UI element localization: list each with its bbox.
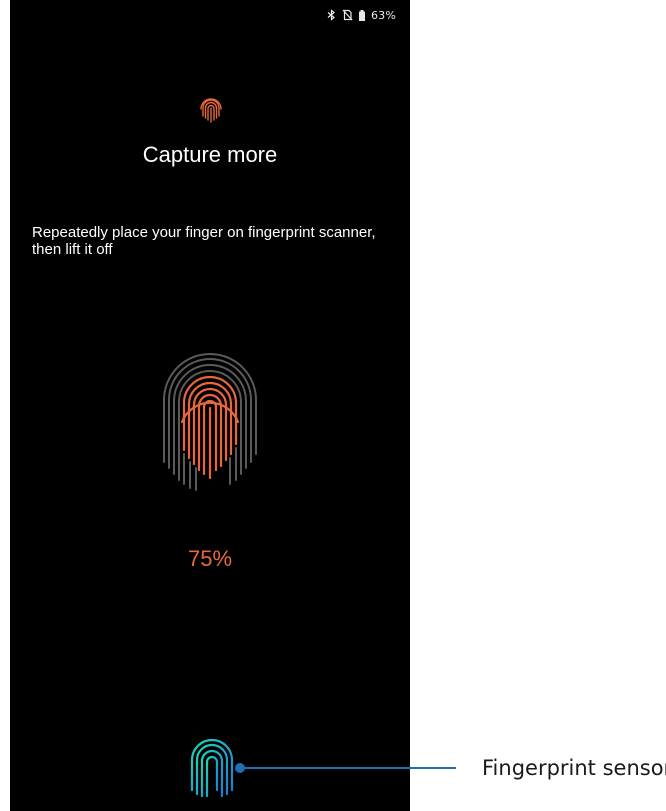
battery-icon: [358, 9, 365, 21]
status-bar: 63%: [327, 0, 396, 30]
fingerprint-progress-icon: [160, 350, 260, 492]
callout-line: [244, 767, 456, 769]
fingerprint-icon: [200, 96, 222, 126]
no-sim-icon: [342, 9, 353, 21]
bluetooth-icon: [327, 9, 336, 21]
progress-percentage: 75%: [187, 546, 233, 571]
phone-screen: 63% Capture more Repeatedly place your f…: [10, 0, 410, 811]
page-title: Capture more: [142, 142, 278, 167]
fingerprint-sensor-icon[interactable]: [188, 738, 236, 800]
fingerprint-sensor-label: Fingerprint sensor: [482, 756, 666, 780]
battery-level: 63%: [370, 8, 396, 22]
instruction-text: Repeatedly place your finger on fingerpr…: [32, 224, 376, 258]
